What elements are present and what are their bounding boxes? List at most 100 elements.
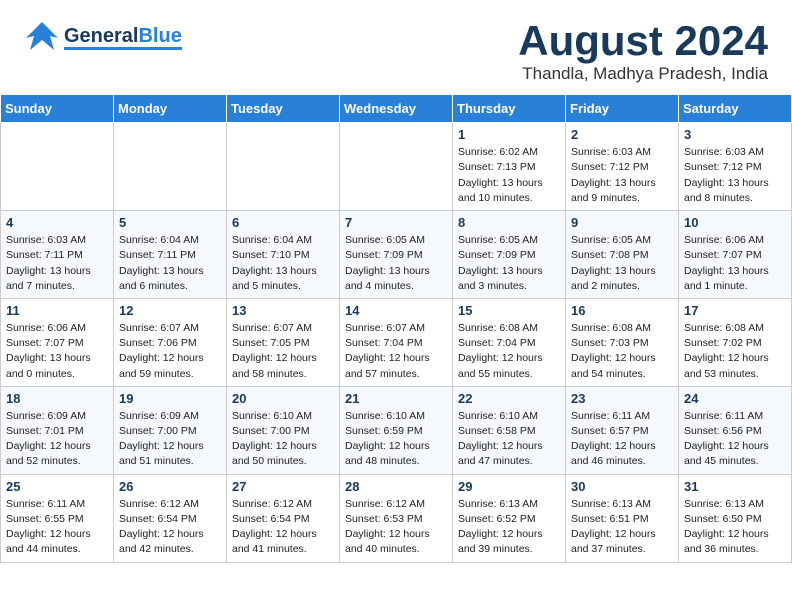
cell-info: Sunrise: 6:08 AM Sunset: 7:02 PM Dayligh… bbox=[684, 321, 786, 382]
day-number: 25 bbox=[6, 479, 108, 494]
cell-info: Sunrise: 6:04 AM Sunset: 7:11 PM Dayligh… bbox=[119, 233, 221, 294]
calendar-cell: 26 Sunrise: 6:12 AM Sunset: 6:54 PM Dayli… bbox=[114, 474, 227, 562]
cell-info: Sunrise: 6:06 AM Sunset: 7:07 PM Dayligh… bbox=[684, 233, 786, 294]
day-number: 30 bbox=[571, 479, 673, 494]
calendar-cell: 9 Sunrise: 6:05 AM Sunset: 7:08 PM Daylig… bbox=[566, 211, 679, 299]
day-number: 9 bbox=[571, 215, 673, 230]
cell-info: Sunrise: 6:12 AM Sunset: 6:53 PM Dayligh… bbox=[345, 497, 447, 558]
cell-info: Sunrise: 6:07 AM Sunset: 7:05 PM Dayligh… bbox=[232, 321, 334, 382]
weekday-wednesday: Wednesday bbox=[340, 95, 453, 123]
calendar-cell: 23 Sunrise: 6:11 AM Sunset: 6:57 PM Dayli… bbox=[566, 386, 679, 474]
cell-info: Sunrise: 6:07 AM Sunset: 7:06 PM Dayligh… bbox=[119, 321, 221, 382]
day-number: 31 bbox=[684, 479, 786, 494]
cell-info: Sunrise: 6:03 AM Sunset: 7:12 PM Dayligh… bbox=[571, 145, 673, 206]
calendar-cell bbox=[340, 123, 453, 211]
calendar-cell: 14Sunrise: 6:07 AM Sunset: 7:04 PM Dayli… bbox=[340, 298, 453, 386]
cell-info: Sunrise: 6:05 AM Sunset: 7:08 PM Dayligh… bbox=[571, 233, 673, 294]
calendar-cell: 24 Sunrise: 6:11 AM Sunset: 6:56 PM Dayli… bbox=[679, 386, 792, 474]
logo-text-block: General Blue bbox=[64, 26, 182, 50]
cell-info: Sunrise: 6:09 AM Sunset: 7:01 PM Dayligh… bbox=[6, 409, 108, 470]
cell-info: Sunrise: 6:08 AM Sunset: 7:04 PM Dayligh… bbox=[458, 321, 560, 382]
calendar-cell bbox=[114, 123, 227, 211]
calendar-cell bbox=[1, 123, 114, 211]
day-number: 8 bbox=[458, 215, 560, 230]
calendar-cell: 11Sunrise: 6:06 AM Sunset: 7:07 PM Dayli… bbox=[1, 298, 114, 386]
day-number: 7 bbox=[345, 215, 447, 230]
calendar-cell bbox=[227, 123, 340, 211]
weekday-sunday: Sunday bbox=[1, 95, 114, 123]
cell-info: Sunrise: 6:09 AM Sunset: 7:00 PM Dayligh… bbox=[119, 409, 221, 470]
calendar-cell: 4Sunrise: 6:03 AM Sunset: 7:11 PM Daylig… bbox=[1, 211, 114, 299]
weekday-thursday: Thursday bbox=[453, 95, 566, 123]
calendar-cell: 7 Sunrise: 6:05 AM Sunset: 7:09 PM Daylig… bbox=[340, 211, 453, 299]
cell-info: Sunrise: 6:07 AM Sunset: 7:04 PM Dayligh… bbox=[345, 321, 447, 382]
calendar-cell: 16 Sunrise: 6:08 AM Sunset: 7:03 PM Dayli… bbox=[566, 298, 679, 386]
day-number: 20 bbox=[232, 391, 334, 406]
cell-info: Sunrise: 6:06 AM Sunset: 7:07 PM Dayligh… bbox=[6, 321, 108, 382]
day-number: 15 bbox=[458, 303, 560, 318]
day-number: 2 bbox=[571, 127, 673, 142]
cell-info: Sunrise: 6:11 AM Sunset: 6:56 PM Dayligh… bbox=[684, 409, 786, 470]
week-row-3: 11Sunrise: 6:06 AM Sunset: 7:07 PM Dayli… bbox=[1, 298, 792, 386]
day-number: 4 bbox=[6, 215, 108, 230]
page-header: General Blue August 2024 Thandla, Madhya… bbox=[0, 0, 792, 94]
month-title: August 2024 bbox=[518, 18, 768, 64]
logo-general: General bbox=[64, 26, 138, 46]
calendar-cell: 28 Sunrise: 6:12 AM Sunset: 6:53 PM Dayli… bbox=[340, 474, 453, 562]
cell-info: Sunrise: 6:13 AM Sunset: 6:50 PM Dayligh… bbox=[684, 497, 786, 558]
calendar-cell: 18 Sunrise: 6:09 AM Sunset: 7:01 PM Dayli… bbox=[1, 386, 114, 474]
calendar-cell: 3 Sunrise: 6:03 AM Sunset: 7:12 PM Daylig… bbox=[679, 123, 792, 211]
day-number: 29 bbox=[458, 479, 560, 494]
calendar-cell: 29Sunrise: 6:13 AM Sunset: 6:52 PM Dayli… bbox=[453, 474, 566, 562]
weekday-tuesday: Tuesday bbox=[227, 95, 340, 123]
cell-info: Sunrise: 6:10 AM Sunset: 7:00 PM Dayligh… bbox=[232, 409, 334, 470]
day-number: 16 bbox=[571, 303, 673, 318]
week-row-2: 4Sunrise: 6:03 AM Sunset: 7:11 PM Daylig… bbox=[1, 211, 792, 299]
cell-info: Sunrise: 6:03 AM Sunset: 7:12 PM Dayligh… bbox=[684, 145, 786, 206]
day-number: 24 bbox=[684, 391, 786, 406]
calendar-cell: 15 Sunrise: 6:08 AM Sunset: 7:04 PM Dayli… bbox=[453, 298, 566, 386]
calendar-cell: 13 Sunrise: 6:07 AM Sunset: 7:05 PM Dayli… bbox=[227, 298, 340, 386]
day-number: 23 bbox=[571, 391, 673, 406]
day-number: 21 bbox=[345, 391, 447, 406]
cell-info: Sunrise: 6:05 AM Sunset: 7:09 PM Dayligh… bbox=[458, 233, 560, 294]
logo-underline bbox=[64, 47, 182, 50]
calendar-cell: 21 Sunrise: 6:10 AM Sunset: 6:59 PM Dayli… bbox=[340, 386, 453, 474]
weekday-monday: Monday bbox=[114, 95, 227, 123]
logo-icon bbox=[24, 18, 60, 58]
calendar-cell: 22Sunrise: 6:10 AM Sunset: 6:58 PM Dayli… bbox=[453, 386, 566, 474]
weekday-header-row: SundayMondayTuesdayWednesdayThursdayFrid… bbox=[1, 95, 792, 123]
day-number: 18 bbox=[6, 391, 108, 406]
day-number: 27 bbox=[232, 479, 334, 494]
calendar-cell: 31 Sunrise: 6:13 AM Sunset: 6:50 PM Dayli… bbox=[679, 474, 792, 562]
day-number: 28 bbox=[345, 479, 447, 494]
logo-blue: Blue bbox=[138, 26, 181, 46]
calendar-cell: 1 Sunrise: 6:02 AM Sunset: 7:13 PM Daylig… bbox=[453, 123, 566, 211]
title-block: August 2024 Thandla, Madhya Pradesh, Ind… bbox=[518, 18, 768, 84]
weekday-friday: Friday bbox=[566, 95, 679, 123]
week-row-4: 18 Sunrise: 6:09 AM Sunset: 7:01 PM Dayli… bbox=[1, 386, 792, 474]
cell-info: Sunrise: 6:02 AM Sunset: 7:13 PM Dayligh… bbox=[458, 145, 560, 206]
logo: General Blue bbox=[24, 18, 182, 58]
day-number: 5 bbox=[119, 215, 221, 230]
cell-info: Sunrise: 6:12 AM Sunset: 6:54 PM Dayligh… bbox=[119, 497, 221, 558]
cell-info: Sunrise: 6:11 AM Sunset: 6:57 PM Dayligh… bbox=[571, 409, 673, 470]
week-row-5: 25 Sunrise: 6:11 AM Sunset: 6:55 PM Dayli… bbox=[1, 474, 792, 562]
day-number: 12 bbox=[119, 303, 221, 318]
week-row-1: 1 Sunrise: 6:02 AM Sunset: 7:13 PM Daylig… bbox=[1, 123, 792, 211]
cell-info: Sunrise: 6:05 AM Sunset: 7:09 PM Dayligh… bbox=[345, 233, 447, 294]
day-number: 10 bbox=[684, 215, 786, 230]
calendar-table: SundayMondayTuesdayWednesdayThursdayFrid… bbox=[0, 94, 792, 562]
cell-info: Sunrise: 6:08 AM Sunset: 7:03 PM Dayligh… bbox=[571, 321, 673, 382]
cell-info: Sunrise: 6:11 AM Sunset: 6:55 PM Dayligh… bbox=[6, 497, 108, 558]
cell-info: Sunrise: 6:12 AM Sunset: 6:54 PM Dayligh… bbox=[232, 497, 334, 558]
day-number: 3 bbox=[684, 127, 786, 142]
calendar-cell: 25 Sunrise: 6:11 AM Sunset: 6:55 PM Dayli… bbox=[1, 474, 114, 562]
day-number: 17 bbox=[684, 303, 786, 318]
calendar-cell: 30Sunrise: 6:13 AM Sunset: 6:51 PM Dayli… bbox=[566, 474, 679, 562]
day-number: 1 bbox=[458, 127, 560, 142]
calendar-cell: 12 Sunrise: 6:07 AM Sunset: 7:06 PM Dayli… bbox=[114, 298, 227, 386]
day-number: 13 bbox=[232, 303, 334, 318]
cell-info: Sunrise: 6:10 AM Sunset: 6:59 PM Dayligh… bbox=[345, 409, 447, 470]
day-number: 26 bbox=[119, 479, 221, 494]
